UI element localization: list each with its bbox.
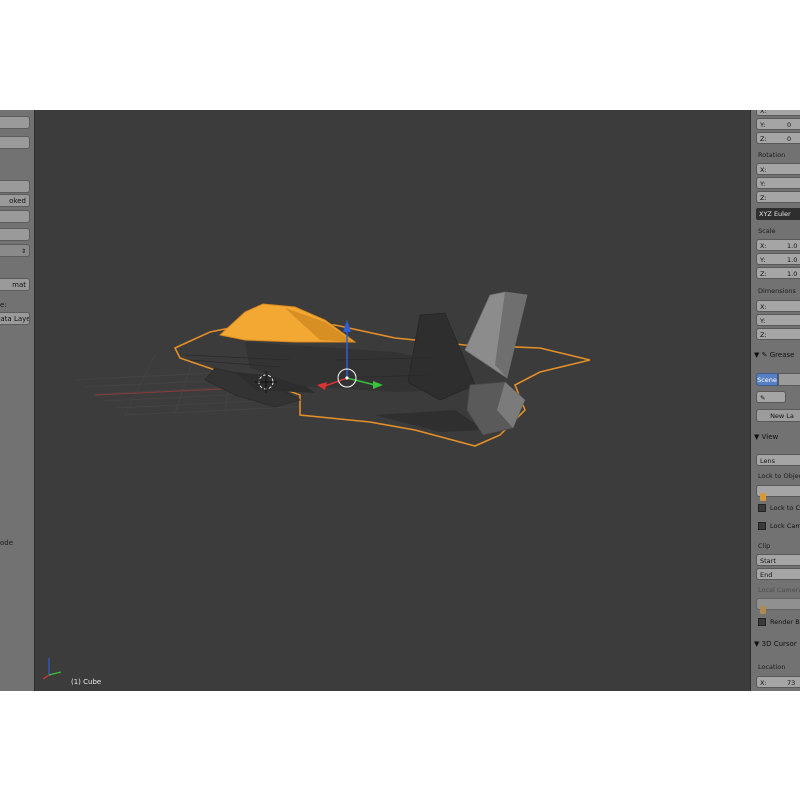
properties-panel: X: Y: 0 Z: 0 Rotation X: Y: Z: XYZ Euler S…: [750, 110, 800, 691]
location-x-field[interactable]: X:: [756, 110, 800, 116]
rotation-header: Rotation: [758, 151, 786, 159]
location-y-field[interactable]: Y: 0: [756, 118, 800, 130]
grease-pencil-panel-header[interactable]: ▼ ✎ Grease: [754, 351, 794, 359]
lock-camera-checkbox[interactable]: Lock Camer: [758, 522, 800, 530]
local-camera-label: Local Camera: [758, 586, 800, 594]
3d-viewport[interactable]: (1) Cube: [35, 110, 750, 691]
checkbox-icon: [758, 522, 766, 530]
rotation-mode-dropdown[interactable]: XYZ Euler: [756, 208, 800, 220]
cursor-x-field[interactable]: X: 73: [756, 676, 800, 688]
tool-button[interactable]: [0, 116, 30, 129]
object-icon: [760, 493, 766, 501]
clip-end-field[interactable]: End: [756, 568, 800, 580]
tool-shelf: oked ⇕ mat e: Data Laye ode: [0, 110, 35, 691]
collapse-arrow-icon: ▼: [754, 640, 760, 648]
lock-to-object-label: Lock to Object: [758, 472, 800, 480]
active-object-label: (1) Cube: [71, 678, 102, 686]
tool-button[interactable]: [0, 210, 30, 223]
scene-toggle[interactable]: Scene: [756, 373, 778, 386]
viewport-canvas[interactable]: [35, 110, 750, 691]
axis-indicator-icon: [42, 658, 62, 680]
tool-label: e:: [0, 301, 7, 309]
checkbox-icon: [758, 618, 766, 626]
tool-button-format[interactable]: mat: [0, 278, 30, 291]
camera-icon: [760, 606, 766, 614]
collapse-arrow-icon: ▼: [754, 351, 760, 359]
pencil-icon: ✎: [761, 351, 768, 359]
tool-button-linked[interactable]: oked: [0, 194, 30, 207]
3d-cursor-panel-header[interactable]: ▼ 3D Cursor: [754, 640, 797, 648]
collapse-arrow-icon: ▼: [754, 433, 760, 441]
tool-label-mode: ode: [0, 539, 14, 547]
object-toggle[interactable]: [778, 373, 800, 386]
scale-header: Scale: [758, 227, 776, 235]
clip-start-field[interactable]: Start: [756, 554, 800, 566]
cursor-location-label: Location: [758, 663, 786, 671]
grease-layer-field[interactable]: ✎: [756, 391, 786, 403]
rotation-x-field[interactable]: X:: [756, 163, 800, 175]
lens-field[interactable]: Lens: [756, 454, 800, 466]
tool-button[interactable]: [0, 228, 30, 241]
render-border-checkbox[interactable]: Render Bor: [758, 618, 800, 626]
blender-window: oked ⇕ mat e: Data Laye ode: [0, 110, 800, 691]
dimension-y-field[interactable]: Y:: [756, 314, 800, 326]
scale-z-field[interactable]: Z: 1.0: [756, 267, 800, 279]
pencil-icon: ✎: [760, 394, 766, 402]
dimension-x-field[interactable]: X:: [756, 300, 800, 312]
scale-y-field[interactable]: Y: 1.0: [756, 253, 800, 265]
scale-x-field[interactable]: X: 1.0: [756, 239, 800, 251]
tool-dropdown[interactable]: ⇕: [0, 244, 30, 257]
lock-to-cursor-checkbox[interactable]: Lock to Cu: [758, 504, 800, 512]
dimension-z-field[interactable]: Z:: [756, 328, 800, 340]
view-panel-header[interactable]: ▼ View: [754, 433, 778, 441]
tool-button[interactable]: [0, 136, 30, 149]
tool-button[interactable]: [0, 180, 30, 193]
checkbox-icon: [758, 504, 766, 512]
dimensions-header: Dimensions: [758, 287, 796, 295]
clip-header: Clip: [758, 542, 771, 550]
rotation-z-field[interactable]: Z:: [756, 191, 800, 203]
lock-object-field[interactable]: [756, 485, 800, 501]
new-layer-button[interactable]: New La: [756, 409, 800, 422]
location-z-field[interactable]: Z: 0: [756, 132, 800, 144]
jet-model: [173, 291, 591, 447]
data-layer-button[interactable]: Data Laye: [0, 312, 30, 325]
rotation-y-field[interactable]: Y:: [756, 177, 800, 189]
dropdown-arrows-icon: ⇕: [20, 248, 26, 255]
local-camera-field[interactable]: [756, 598, 800, 614]
